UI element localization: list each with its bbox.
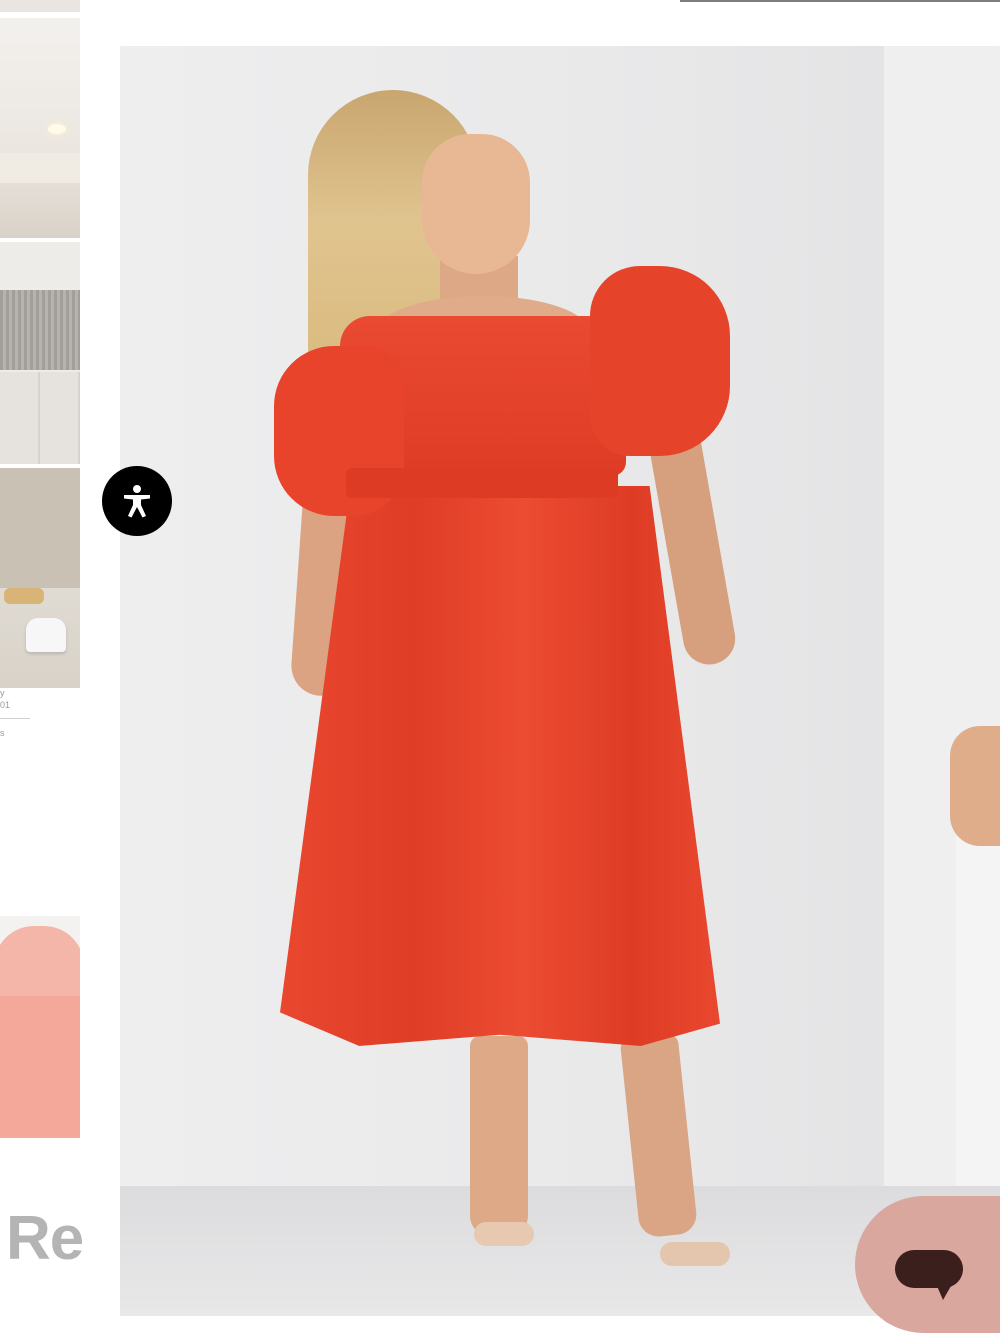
thumbnail-ceiling-detail (0, 153, 80, 183)
thumbnail-caption: 01 (0, 700, 11, 710)
thumbnail-dress-skirt (0, 996, 80, 1138)
adjacent-model-hand (950, 726, 1000, 846)
thumbnail-partial-top[interactable] (0, 0, 80, 12)
thumbnail-salon-counter[interactable] (0, 242, 80, 464)
accessibility-person-icon (124, 485, 150, 518)
dress-waistband (346, 468, 618, 498)
sandal-left (474, 1222, 534, 1246)
model-face (422, 134, 530, 274)
thumbnail-floor-detail (0, 372, 80, 464)
model-leg-left (470, 1036, 528, 1236)
sandal-right (660, 1242, 730, 1266)
chat-bubble-icon (895, 1250, 963, 1300)
thumbnail-strip: y 01 s Re (0, 0, 82, 1333)
thumbnail-chair-detail (26, 618, 66, 652)
chat-button[interactable] (855, 1196, 1000, 1333)
model-leg-right (619, 1033, 699, 1239)
thumbnail-dress-faded[interactable] (0, 916, 80, 1138)
ceiling-light-icon (48, 124, 66, 134)
dress-sleeve-right (590, 266, 730, 456)
thumbnail-counter-detail (0, 290, 80, 370)
main-product-image[interactable] (120, 46, 1000, 1316)
top-divider (680, 0, 1000, 2)
thumbnail-seat-detail (4, 588, 44, 604)
caption-divider (0, 718, 30, 719)
thumbnail-wall-detail (0, 468, 80, 588)
accessibility-button[interactable] (102, 466, 172, 536)
thumbnail-caption: s (0, 728, 5, 738)
thumbnail-salon-lounge[interactable] (0, 468, 80, 688)
dress-skirt (280, 486, 720, 1046)
thumbnail-caption: y (0, 688, 5, 698)
adjacent-image-edge (956, 786, 1000, 1186)
section-heading-fragment: Re (6, 1204, 82, 1273)
thumbnail-dress-top (0, 926, 80, 1006)
model-figure (120, 46, 1000, 1316)
thumbnail-salon-ceiling[interactable] (0, 18, 80, 238)
